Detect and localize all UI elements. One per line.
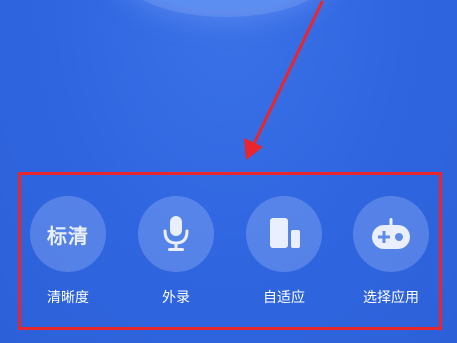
- toolbar-item-clarity[interactable]: 标清 清晰度: [18, 196, 118, 316]
- external-audio-label: 外录: [162, 290, 190, 306]
- options-toolbar-highlight: 标清 清晰度 外录 自适应 选择应用: [18, 172, 442, 330]
- external-audio-button[interactable]: [138, 196, 214, 272]
- toolbar-item-select-app[interactable]: 选择应用: [341, 196, 441, 316]
- toolbar-item-adaptive[interactable]: 自适应: [234, 196, 334, 316]
- clarity-button[interactable]: 标清: [30, 196, 106, 272]
- clarity-label: 清晰度: [47, 290, 89, 306]
- adaptive-screen-icon: [270, 218, 300, 248]
- hd-text-icon: 标清: [47, 223, 89, 248]
- adaptive-button[interactable]: [246, 196, 322, 272]
- select-app-button[interactable]: [353, 196, 429, 272]
- select-app-label: 选择应用: [363, 290, 419, 306]
- microphone-icon: [163, 216, 189, 251]
- gamepad-icon: [372, 218, 410, 249]
- adaptive-label: 自适应: [263, 290, 305, 306]
- toolbar-item-external-audio[interactable]: 外录: [126, 196, 226, 316]
- screen-background: 标清 清晰度 外录 自适应 选择应用: [0, 0, 457, 343]
